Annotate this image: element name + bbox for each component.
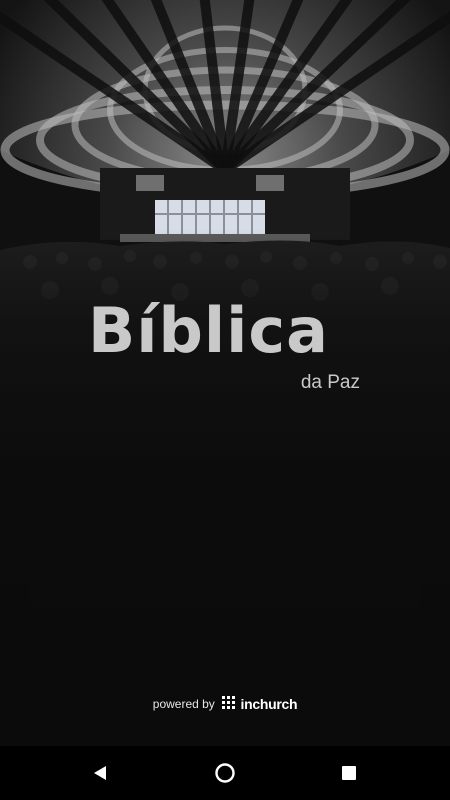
inchurch-logo-icon xyxy=(222,696,236,712)
app-logo-subtitle: da Paz xyxy=(300,372,360,393)
app-logo-wordmark: Bíblica xyxy=(88,294,329,367)
back-button[interactable] xyxy=(86,759,114,787)
inchurch-brand-name: inchurch xyxy=(240,696,298,712)
android-navigation-bar xyxy=(0,746,450,800)
back-icon xyxy=(94,766,106,780)
home-icon xyxy=(215,763,235,783)
home-button[interactable] xyxy=(211,759,239,787)
recents-button[interactable] xyxy=(335,759,363,787)
powered-by-label: powered by xyxy=(152,697,215,711)
app-logo: Bíblica da Paz xyxy=(88,300,368,400)
recents-icon xyxy=(342,766,356,780)
powered-by-footer: powered by inchurch xyxy=(0,696,450,712)
